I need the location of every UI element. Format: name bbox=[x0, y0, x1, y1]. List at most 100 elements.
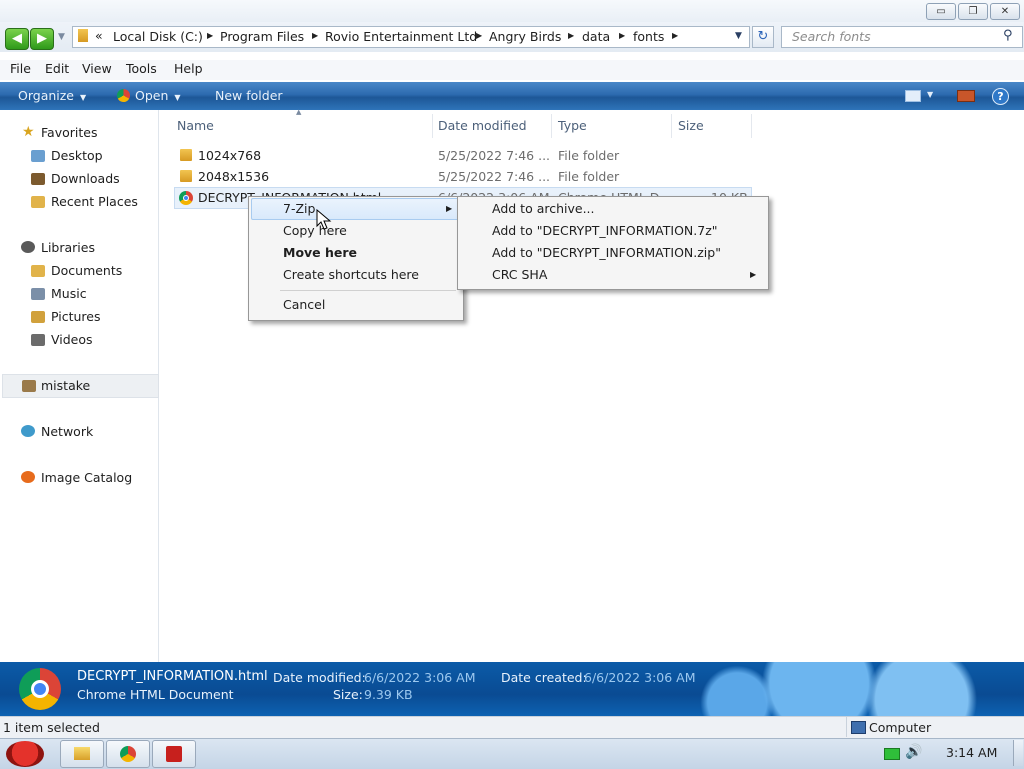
folder-icon bbox=[180, 149, 192, 161]
volume-icon[interactable]: 🔊 bbox=[905, 744, 922, 760]
breadcrumb-chevron-icon[interactable]: ▶ bbox=[476, 31, 482, 40]
new-folder-button[interactable]: New folder bbox=[215, 88, 283, 103]
taskbar-explorer-button[interactable] bbox=[60, 740, 104, 768]
refresh-button[interactable]: ↻ bbox=[752, 26, 774, 48]
image-catalog-icon bbox=[21, 471, 35, 483]
submenu-arrow-icon: ▶ bbox=[446, 204, 453, 213]
status-selection: 1 item selected bbox=[3, 720, 100, 735]
preview-pane-icon[interactable] bbox=[957, 90, 975, 102]
menu-edit[interactable]: Edit bbox=[45, 61, 69, 76]
status-location: Computer bbox=[869, 720, 932, 735]
downloads-icon bbox=[31, 173, 45, 185]
column-divider[interactable] bbox=[432, 114, 433, 138]
maximize-button[interactable]: ❐ bbox=[958, 3, 988, 20]
file-row[interactable]: 2048x1536 5/25/2022 7:46 ... File folder bbox=[175, 166, 751, 186]
breadcrumb-chevron-icon[interactable]: ▶ bbox=[207, 31, 213, 40]
menu-item-7zip[interactable]: 7-Zip bbox=[283, 201, 315, 216]
minimize-button[interactable]: ▭ bbox=[926, 3, 956, 20]
details-date-modified: 6/6/2022 3:06 AM bbox=[364, 670, 476, 685]
star-icon: ★ bbox=[22, 124, 35, 140]
nav-image-catalog[interactable]: Image Catalog bbox=[41, 470, 132, 485]
file-date: 5/25/2022 7:46 ... bbox=[438, 169, 551, 184]
back-arrow-icon: ◀ bbox=[12, 31, 22, 46]
dropdown-arrow-icon: ▼ bbox=[174, 93, 181, 102]
menu-item-cancel[interactable]: Cancel bbox=[283, 297, 325, 312]
submenu-add-to-7z[interactable]: Add to "DECRYPT_INFORMATION.7z" bbox=[492, 223, 718, 238]
nav-pictures[interactable]: Pictures bbox=[51, 309, 101, 324]
nav-mistake[interactable]: mistake bbox=[41, 378, 90, 393]
libraries-icon bbox=[21, 241, 35, 253]
nav-network[interactable]: Network bbox=[41, 424, 93, 439]
nav-libraries[interactable]: Libraries bbox=[41, 240, 95, 255]
submenu-add-to-archive[interactable]: Add to archive... bbox=[492, 201, 595, 216]
menu-item-copy-here[interactable]: Copy here bbox=[283, 223, 347, 238]
menu-view[interactable]: View bbox=[82, 61, 112, 76]
show-desktop-button[interactable] bbox=[1013, 740, 1023, 766]
menu-item-move-here[interactable]: Move here bbox=[283, 245, 357, 260]
menu-tools[interactable]: Tools bbox=[126, 61, 157, 76]
breadcrumb-overflow[interactable]: « bbox=[95, 28, 103, 43]
submenu-add-to-zip[interactable]: Add to "DECRYPT_INFORMATION.zip" bbox=[492, 245, 721, 260]
pictures-icon bbox=[31, 311, 45, 323]
music-icon bbox=[31, 288, 45, 300]
open-button[interactable]: Open ▼ bbox=[135, 88, 181, 103]
breadcrumb-local-disk[interactable]: Local Disk (C:) bbox=[113, 29, 203, 44]
nav-favorites[interactable]: Favorites bbox=[41, 125, 97, 140]
column-divider[interactable] bbox=[551, 114, 552, 138]
column-date-modified[interactable]: Date modified bbox=[438, 118, 527, 133]
refresh-icon: ↻ bbox=[757, 29, 769, 44]
nav-videos[interactable]: Videos bbox=[51, 332, 93, 347]
breadcrumb-chevron-icon[interactable]: ▶ bbox=[619, 31, 625, 40]
address-history-dropdown-icon[interactable]: ▼ bbox=[735, 31, 742, 41]
submenu-crc-sha[interactable]: CRC SHA bbox=[492, 267, 547, 282]
network-tray-icon[interactable] bbox=[884, 748, 900, 760]
change-view-icon[interactable] bbox=[905, 90, 921, 102]
nav-desktop[interactable]: Desktop bbox=[51, 148, 103, 163]
angry-birds-start-icon[interactable] bbox=[6, 741, 44, 767]
taskbar-acrobat-button[interactable] bbox=[152, 740, 196, 768]
nav-music[interactable]: Music bbox=[51, 286, 87, 301]
breadcrumb-program-files[interactable]: Program Files bbox=[220, 29, 304, 44]
column-name[interactable]: Name bbox=[177, 118, 214, 133]
recent-places-icon bbox=[31, 196, 45, 208]
view-dropdown-icon[interactable]: ▼ bbox=[927, 90, 933, 99]
breadcrumb-rovio[interactable]: Rovio Entertainment Ltd bbox=[325, 29, 477, 44]
close-button[interactable]: ✕ bbox=[990, 3, 1020, 20]
back-button[interactable]: ◀ bbox=[5, 28, 29, 50]
clock[interactable]: 3:14 AM bbox=[946, 745, 997, 760]
menu-item-create-shortcuts[interactable]: Create shortcuts here bbox=[283, 267, 419, 282]
details-filetype: Chrome HTML Document bbox=[77, 687, 234, 702]
menu-file[interactable]: File bbox=[10, 61, 31, 76]
help-icon[interactable]: ? bbox=[992, 88, 1009, 105]
nav-recent-places[interactable]: Recent Places bbox=[51, 194, 138, 209]
breadcrumb-data[interactable]: data bbox=[582, 29, 610, 44]
nav-documents[interactable]: Documents bbox=[51, 263, 122, 278]
details-date-modified-label: Date modified: bbox=[273, 670, 366, 685]
column-divider[interactable] bbox=[751, 114, 752, 138]
videos-icon bbox=[31, 334, 45, 346]
minimize-icon: ▭ bbox=[936, 6, 946, 17]
file-row[interactable]: 1024x768 5/25/2022 7:46 ... File folder bbox=[175, 145, 751, 165]
menu-separator bbox=[280, 290, 456, 291]
column-divider[interactable] bbox=[671, 114, 672, 138]
column-size[interactable]: Size bbox=[678, 118, 704, 133]
taskbar-chrome-button[interactable] bbox=[106, 740, 150, 768]
breadcrumb-fonts[interactable]: fonts bbox=[633, 29, 664, 44]
column-type[interactable]: Type bbox=[558, 118, 587, 133]
search-icon[interactable]: ⚲ bbox=[1003, 28, 1013, 43]
breadcrumb-chevron-icon[interactable]: ▶ bbox=[672, 31, 678, 40]
organize-button[interactable]: Organize ▼ bbox=[18, 88, 86, 103]
breadcrumb-angry-birds[interactable]: Angry Birds bbox=[489, 29, 561, 44]
forward-arrow-icon: ▶ bbox=[37, 31, 47, 46]
recent-pages-dropdown-icon[interactable]: ▼ bbox=[58, 32, 65, 42]
breadcrumb-chevron-icon[interactable]: ▶ bbox=[312, 31, 318, 40]
desktop-icon bbox=[31, 150, 45, 162]
menu-help[interactable]: Help bbox=[174, 61, 203, 76]
sort-ascending-icon: ▲ bbox=[296, 108, 302, 116]
nav-downloads[interactable]: Downloads bbox=[51, 171, 120, 186]
details-size: 9.39 KB bbox=[364, 687, 413, 702]
submenu-arrow-icon: ▶ bbox=[750, 270, 757, 279]
forward-button[interactable]: ▶ bbox=[30, 28, 54, 50]
organize-label: Organize bbox=[18, 88, 74, 103]
breadcrumb-chevron-icon[interactable]: ▶ bbox=[568, 31, 574, 40]
